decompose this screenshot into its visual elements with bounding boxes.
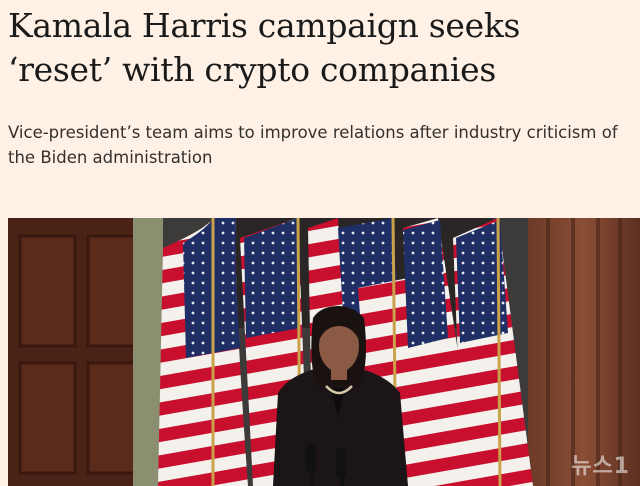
headline: Kamala Harris campaign seeks ‘reset’ wit… <box>8 4 632 92</box>
headline-line-2: ‘reset’ with crypto companies <box>8 50 496 89</box>
photo-illustration <box>8 218 640 486</box>
curtain <box>528 218 640 486</box>
door-frame <box>133 218 163 486</box>
watermark: 뉴스1 <box>571 454 630 479</box>
article-photo: 뉴스1 <box>8 218 640 486</box>
headline-line-1: Kamala Harris campaign seeks <box>8 6 521 45</box>
standfirst: Vice-president’s team aims to improve re… <box>8 123 618 167</box>
